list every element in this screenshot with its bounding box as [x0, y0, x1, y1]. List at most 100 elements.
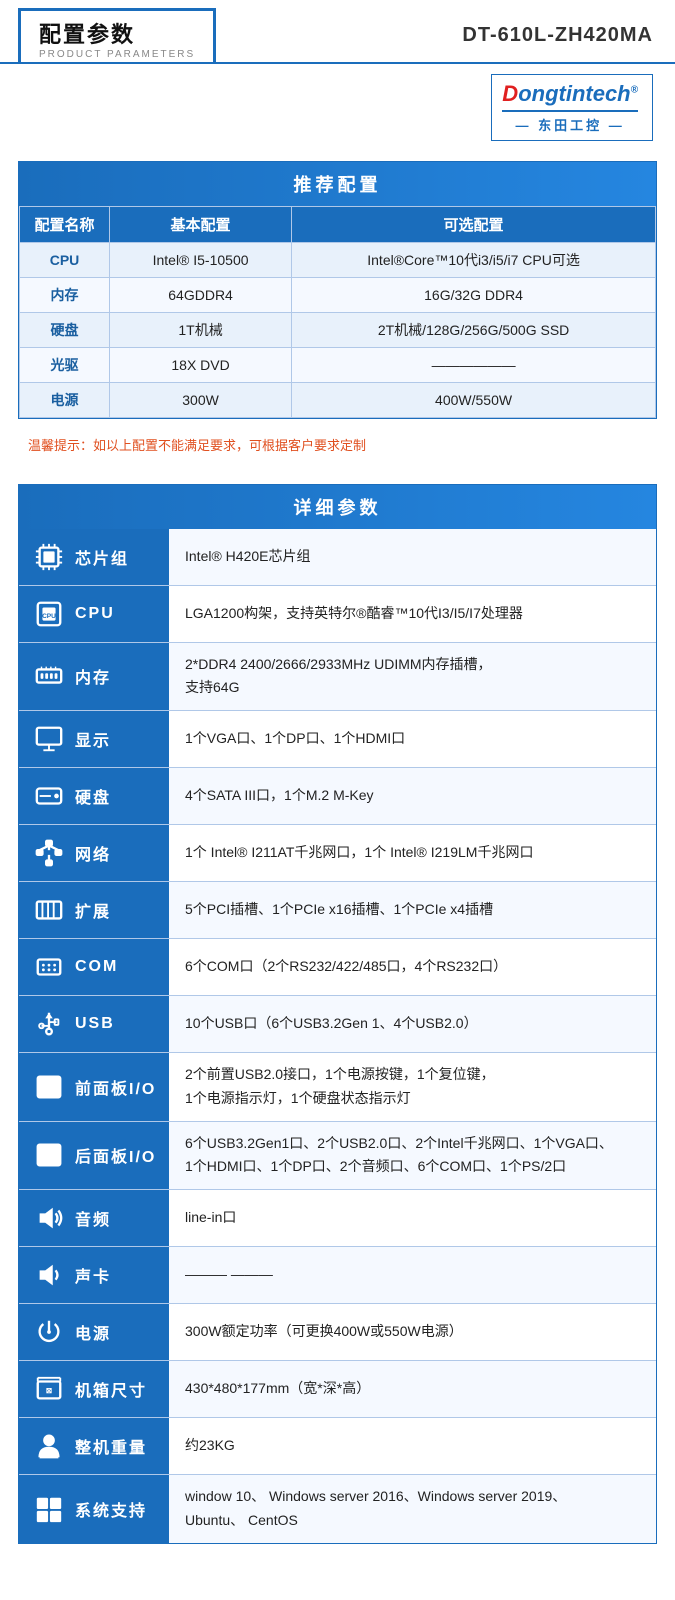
detail-row-rear-io: 后面板I/O 6个USB3.2Gen1口、2个USB2.0口、2个Intel千兆网…: [19, 1122, 656, 1191]
recommend-table: 配置名称 基本配置 可选配置 CPUIntel® I5-10500Intel®C…: [19, 206, 656, 418]
detail-row-network: 网络1个 Intel® I211AT千兆网口，1个 Intel® I219LM千…: [19, 825, 656, 882]
tip-text: 温馨提示：如以上配置不能满足要求，可根据客户要求定制: [18, 427, 657, 462]
brand-name-main: Dongtintech®: [502, 81, 638, 107]
detail-value-ram: 2*DDR4 2400/2666/2933MHz UDIMM内存插槽，支持64G: [169, 643, 656, 711]
detail-label-text-chipset: 芯片组: [75, 545, 129, 569]
detail-label-text-front-io: 前面板I/O: [75, 1075, 156, 1099]
detail-label-os: 系统支持: [19, 1475, 169, 1543]
recommend-cell-basic: Intel® I5-10500: [110, 242, 292, 277]
detail-label-text-network: 网络: [75, 841, 111, 865]
recommend-cell-name: CPU: [20, 242, 110, 277]
detail-row-ram: 内存2*DDR4 2400/2666/2933MHz UDIMM内存插槽，支持6…: [19, 643, 656, 712]
detail-value-os: window 10、 Windows server 2016、Windows s…: [169, 1475, 656, 1543]
col-basic: 基本配置: [110, 206, 292, 242]
detail-value-audio: line-in口: [169, 1190, 656, 1246]
header-title-block: 配置参数 PRODUCT PARAMETERS: [18, 8, 216, 62]
recommend-cell-basic: 1T机械: [110, 312, 292, 347]
detail-row-com: COM6个COM口（2个RS232/422/485口，4个RS232口）: [19, 939, 656, 996]
audio-icon: [31, 1200, 67, 1236]
detail-label-text-weight: 整机重量: [75, 1434, 147, 1458]
detail-label-network: 网络: [19, 825, 169, 881]
usb-icon: [31, 1006, 67, 1042]
detail-label-ram: 内存: [19, 643, 169, 711]
detail-label-com: COM: [19, 939, 169, 995]
detail-label-text-size: 机箱尺寸: [75, 1377, 147, 1401]
recommend-cell-optional: 2T机械/128G/256G/500G SSD: [292, 312, 656, 347]
detail-row-usb: USB 10个USB口（6个USB3.2Gen 1、4个USB2.0）: [19, 996, 656, 1053]
detail-value-usb: 10个USB口（6个USB3.2Gen 1、4个USB2.0）: [169, 996, 656, 1052]
svg-text:KG: KG: [44, 1438, 54, 1445]
detail-value-size: 430*480*177mm（宽*深*高）: [169, 1361, 656, 1417]
front-io-icon: [31, 1069, 67, 1105]
svg-text:CPU: CPU: [42, 612, 56, 619]
detail-row-power: 电源300W额定功率（可更换400W或550W电源）: [19, 1304, 656, 1361]
detail-row-hdd: 硬盘4个SATA III口，1个M.2 M-Key: [19, 768, 656, 825]
detail-label-soundcard: 声卡: [19, 1247, 169, 1303]
chipset-icon: [31, 539, 67, 575]
detail-row-audio: 音频 line-in口: [19, 1190, 656, 1247]
recommend-cell-basic: 64GDDR4: [110, 277, 292, 312]
hdd-icon: [31, 778, 67, 814]
detail-value-display: 1个VGA口、1个DP口、1个HDMI口: [169, 711, 656, 767]
detail-label-display: 显示: [19, 711, 169, 767]
svg-text:⊠: ⊠: [46, 1386, 53, 1395]
detail-label-hdd: 硬盘: [19, 768, 169, 824]
detail-label-usb: USB: [19, 996, 169, 1052]
detail-label-text-audio: 音频: [75, 1206, 111, 1230]
detail-row-front-io: 前面板I/O2个前置USB2.0接口，1个电源按键，1个复位键，1个电源指示灯，…: [19, 1053, 656, 1122]
recommend-cell-optional: ——————: [292, 347, 656, 382]
detail-label-cpu: CPU CPU: [19, 586, 169, 642]
detail-row-expand: 扩展 5个PCI插槽、1个PCIe x16插槽、1个PCIe x4插槽: [19, 882, 656, 939]
detail-value-expand: 5个PCI插槽、1个PCIe x16插槽、1个PCIe x4插槽: [169, 882, 656, 938]
detail-value-chipset: Intel® H420E芯片组: [169, 529, 656, 585]
size-icon: ⊠: [31, 1371, 67, 1407]
recommend-cell-optional: 16G/32G DDR4: [292, 277, 656, 312]
rear-io-icon: [31, 1137, 67, 1173]
recommend-cell-optional: Intel®Core™10代i3/i5/i7 CPU可选: [292, 242, 656, 277]
detail-label-size: ⊠ 机箱尺寸: [19, 1361, 169, 1417]
col-optional: 可选配置: [292, 206, 656, 242]
recommend-cell-name: 内存: [20, 277, 110, 312]
detail-label-text-usb: USB: [75, 1015, 115, 1033]
detail-label-text-expand: 扩展: [75, 898, 111, 922]
detail-label-text-rear-io: 后面板I/O: [75, 1143, 156, 1167]
detail-label-expand: 扩展: [19, 882, 169, 938]
detail-label-weight: KG 整机重量: [19, 1418, 169, 1474]
detail-label-chipset: 芯片组: [19, 529, 169, 585]
soundcard-icon: [31, 1257, 67, 1293]
detail-label-text-soundcard: 声卡: [75, 1263, 111, 1287]
detail-label-rear-io: 后面板I/O: [19, 1122, 169, 1190]
detail-value-com: 6个COM口（2个RS232/422/485口，4个RS232口）: [169, 939, 656, 995]
detail-row-cpu: CPUCPULGA1200构架，支持英特尔®酷睿™10代I3/I5/I7处理器: [19, 586, 656, 643]
ram-icon: [31, 658, 67, 694]
os-icon: [31, 1491, 67, 1527]
weight-icon: KG: [31, 1428, 67, 1464]
detail-value-soundcard: ——— ———: [169, 1247, 656, 1303]
detail-label-text-power: 电源: [75, 1320, 111, 1344]
detail-label-text-cpu: CPU: [75, 605, 115, 623]
page-title-zh: 配置参数: [39, 17, 195, 49]
detail-label-audio: 音频: [19, 1190, 169, 1246]
detail-row-os: 系统支持 window 10、 Windows server 2016、Windo…: [19, 1475, 656, 1543]
brand-name-sub: — 东田工控 —: [502, 115, 638, 134]
col-name: 配置名称: [20, 206, 110, 242]
detail-value-rear-io: 6个USB3.2Gen1口、2个USB2.0口、2个Intel千兆网口、1个VG…: [169, 1122, 656, 1190]
detail-row-chipset: 芯片组 Intel® H420E芯片组: [19, 529, 656, 586]
page-title-en: PRODUCT PARAMETERS: [39, 49, 195, 60]
detail-label-front-io: 前面板I/O: [19, 1053, 169, 1121]
recommend-cell-basic: 18X DVD: [110, 347, 292, 382]
detail-label-text-hdd: 硬盘: [75, 784, 111, 808]
detail-label-text-os: 系统支持: [75, 1497, 147, 1521]
detail-row-size: ⊠ 机箱尺寸 430*480*177mm（宽*深*高）: [19, 1361, 656, 1418]
detail-row-weight: KG整机重量约23KG: [19, 1418, 656, 1475]
recommend-title: 推荐配置: [19, 162, 656, 206]
product-model: DT-610L-ZH420MA: [440, 14, 675, 57]
detail-section: 详细参数 芯片组Intel® H420E芯片组CPUCPULGA1200构架，支…: [18, 484, 657, 1544]
detail-row-display: 显示1个VGA口、1个DP口、1个HDMI口: [19, 711, 656, 768]
recommend-cell-name: 光驱: [20, 347, 110, 382]
network-icon: [31, 835, 67, 871]
detail-label-power: 电源: [19, 1304, 169, 1360]
detail-title: 详细参数: [19, 485, 656, 529]
com-icon: [31, 949, 67, 985]
recommend-cell-name: 硬盘: [20, 312, 110, 347]
